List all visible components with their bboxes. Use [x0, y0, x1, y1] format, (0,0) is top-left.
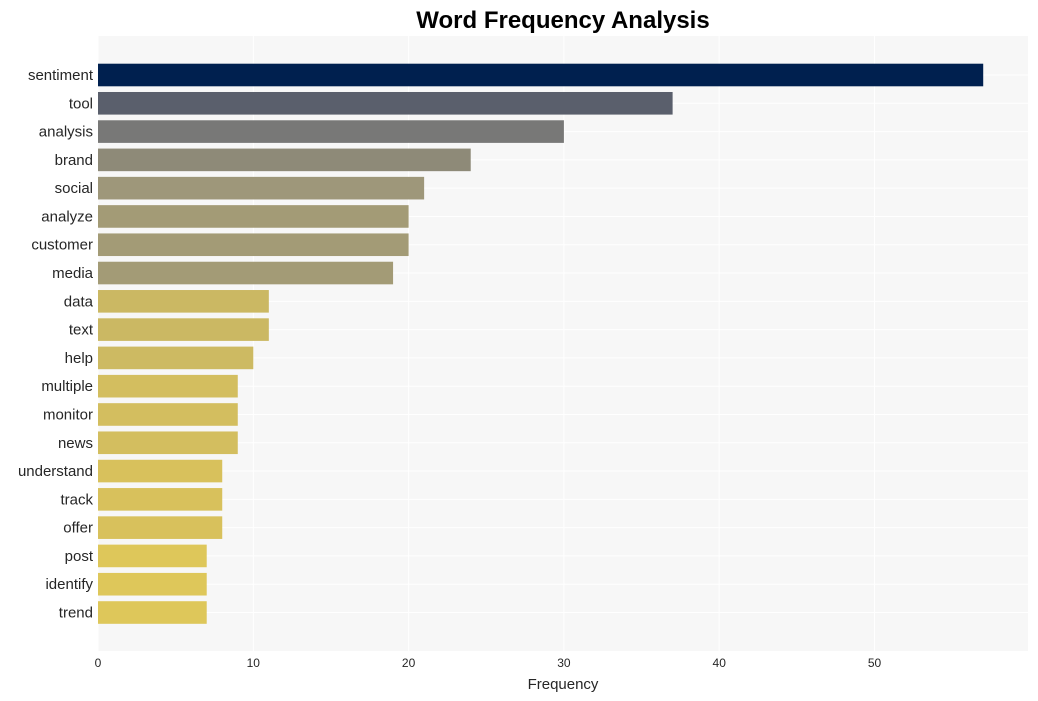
x-tick-label: 30 — [557, 656, 571, 670]
bar-tool — [98, 91, 673, 115]
bar-news — [98, 431, 238, 455]
y-tick-labels: sentiment tool analysis brand social analyze c… — [18, 67, 94, 622]
bar-offer — [98, 516, 223, 539]
bar-media — [98, 261, 394, 285]
y-tick-label: brand — [55, 152, 93, 169]
y-tick-label: sentiment — [28, 67, 94, 84]
bar-analyze — [98, 205, 409, 228]
y-tick-label: track — [60, 491, 93, 508]
word-frequency-chart: Word Frequency Analysis sentiment tool ana… — [18, 7, 1028, 693]
y-tick-label: news — [58, 435, 93, 452]
y-tick-label: help — [65, 350, 93, 367]
bar-customer — [98, 233, 409, 257]
y-tick-label: analyze — [41, 208, 93, 225]
bar-brand — [98, 148, 471, 172]
x-tick-label: 40 — [713, 656, 727, 670]
chart-title: Word Frequency Analysis — [416, 7, 709, 34]
bar-identify — [98, 572, 207, 596]
y-tick-label: media — [52, 265, 94, 282]
x-tick-labels: 0 10 20 30 40 50 — [95, 656, 882, 670]
bar-multiple — [98, 374, 238, 398]
bar-help — [98, 346, 254, 370]
y-tick-label: identify — [45, 576, 93, 593]
y-tick-label: post — [65, 548, 94, 565]
x-axis-label: Frequency — [528, 676, 599, 693]
bar-analysis — [98, 120, 564, 143]
y-tick-label: text — [69, 322, 94, 339]
y-tick-label: understand — [18, 463, 93, 480]
x-tick-label: 20 — [402, 656, 416, 670]
bar-trend — [98, 601, 207, 624]
bar-understand — [98, 459, 223, 483]
bar-post — [98, 544, 207, 568]
x-tick-label: 50 — [868, 656, 882, 670]
x-tick-label: 0 — [95, 656, 102, 670]
bar-monitor — [98, 403, 238, 426]
bar-sentiment — [98, 63, 984, 87]
y-tick-label: tool — [69, 95, 93, 112]
y-tick-label: offer — [63, 520, 93, 537]
y-tick-label: analysis — [39, 124, 93, 141]
bar-text — [98, 318, 269, 341]
x-tick-label: 10 — [247, 656, 261, 670]
y-tick-label: customer — [31, 237, 93, 254]
y-tick-label: trend — [59, 605, 93, 622]
bar-track — [98, 488, 223, 511]
bar-social — [98, 176, 425, 200]
y-tick-label: social — [55, 180, 93, 197]
y-tick-label: monitor — [43, 406, 93, 423]
y-tick-label: data — [64, 293, 94, 310]
bar-data — [98, 290, 269, 313]
y-tick-label: multiple — [41, 378, 93, 395]
